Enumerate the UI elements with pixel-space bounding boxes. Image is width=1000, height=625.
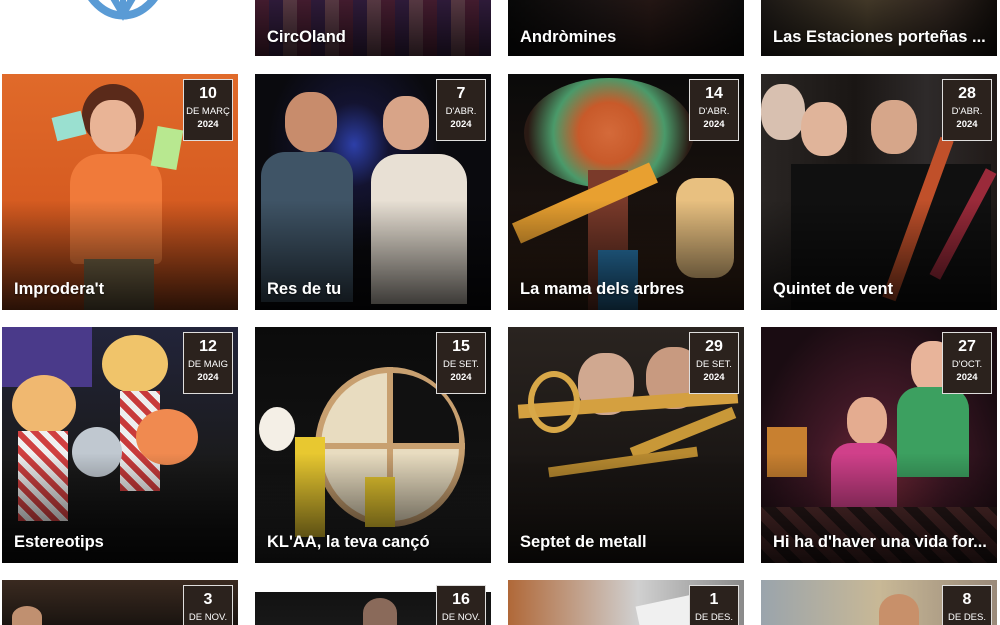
- event-title: La mama dels arbres: [520, 280, 685, 298]
- event-title: Septet de metall: [520, 533, 647, 551]
- event-card-septet-metall[interactable]: 29 DE SET. 2024 Septet de metall: [508, 327, 744, 563]
- event-title: Quintet de vent: [773, 280, 894, 298]
- event-card-res-de-tu[interactable]: 7 D'ABR. 2024 Res de tu: [255, 74, 491, 310]
- event-card-des-1[interactable]: 1 DE DES.: [508, 580, 744, 625]
- event-title: Improdera't: [14, 280, 105, 298]
- event-card-nov-16[interactable]: 16 DE NOV.: [255, 580, 491, 625]
- event-card-estaciones[interactable]: Las Estaciones porteñas ...: [761, 0, 997, 56]
- event-title: KL'AA, la teva cançó: [267, 533, 430, 551]
- date-badge: 28 D'ABR. 2024: [942, 79, 992, 141]
- event-card-klaa[interactable]: 15 DE SET. 2024 KL'AA, la teva cançó: [255, 327, 491, 563]
- event-card-hi-ha-haver[interactable]: 27 D'OCT. 2024 Hi ha d'haver una vida fo…: [761, 327, 997, 563]
- event-card-mama-arbres[interactable]: 14 D'ABR. 2024 La mama dels arbres: [508, 74, 744, 310]
- event-title: Estereotips: [14, 533, 104, 551]
- date-badge: 3 DE NOV.: [183, 585, 233, 625]
- event-card-andromines[interactable]: Andròmines: [508, 0, 744, 56]
- event-card-quintet-vent[interactable]: 28 D'ABR. 2024 Quintet de vent: [761, 74, 997, 310]
- date-badge: 16 DE NOV.: [436, 585, 486, 625]
- event-title: Hi ha d'haver una vida for...: [773, 533, 987, 551]
- date-badge: 1 DE DES.: [689, 585, 739, 625]
- date-badge: 7 D'ABR. 2024: [436, 79, 486, 141]
- event-card-nov-3[interactable]: 3 DE NOV.: [2, 580, 238, 625]
- event-title: Res de tu: [267, 280, 342, 298]
- venue-logo[interactable]: [74, 0, 172, 28]
- event-title: Andròmines: [520, 28, 617, 46]
- date-badge: 27 D'OCT. 2024: [942, 332, 992, 394]
- event-card-estereotips[interactable]: 12 DE MAIG 2024 Estereotips: [2, 327, 238, 563]
- event-card-des-8[interactable]: 8 DE DES.: [761, 580, 997, 625]
- date-badge: 15 DE SET. 2024: [436, 332, 486, 394]
- events-grid: CircOland Andròmines Las Estaciones port…: [0, 0, 1000, 625]
- date-badge: 29 DE SET. 2024: [689, 332, 739, 394]
- date-badge: 10 DE MARÇ 2024: [183, 79, 233, 141]
- date-badge: 12 DE MAIG 2024: [183, 332, 233, 394]
- date-badge: 14 D'ABR. 2024: [689, 79, 739, 141]
- event-card-improderat[interactable]: 10 DE MARÇ 2024 Improdera't: [2, 74, 238, 310]
- event-title: CircOland: [267, 28, 346, 46]
- event-card-circoland[interactable]: CircOland: [255, 0, 491, 56]
- event-title: Las Estaciones porteñas ...: [773, 28, 986, 46]
- date-badge: 8 DE DES.: [942, 585, 992, 625]
